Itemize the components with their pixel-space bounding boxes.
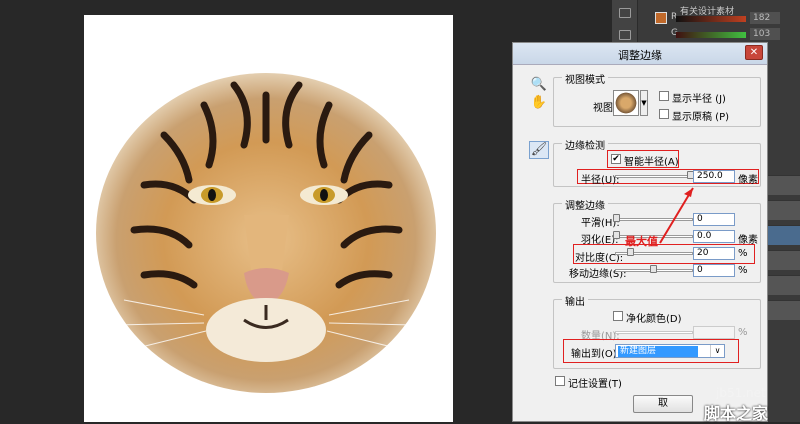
annotation-label: 最大值 bbox=[625, 235, 658, 248]
watermark-url: jb51.net bbox=[716, 386, 766, 400]
annotation-arrowhead bbox=[684, 188, 693, 197]
watermark-logo: 脚本之家 bbox=[704, 404, 769, 423]
annotation-arrow bbox=[659, 187, 694, 244]
annotation-overlay bbox=[659, 187, 694, 244]
